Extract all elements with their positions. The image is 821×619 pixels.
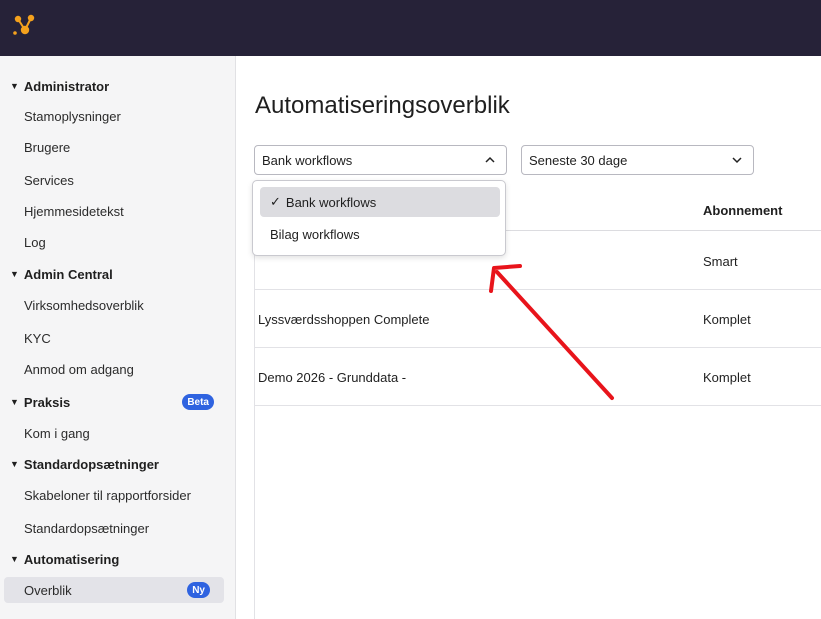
chevron-down-icon bbox=[732, 157, 742, 164]
period-select[interactable]: Seneste 30 dage bbox=[521, 145, 754, 175]
sidebar-item-kyc[interactable]: KYC bbox=[0, 325, 235, 351]
sidebar-item-anmod-om-adgang[interactable]: Anmod om adgang bbox=[0, 356, 235, 382]
row-subscription: Komplet bbox=[703, 312, 751, 327]
page-title: Automatiseringsoverblik bbox=[255, 92, 510, 119]
table-left-border bbox=[254, 231, 255, 619]
caret-down-icon: ▼ bbox=[10, 397, 19, 407]
brand-logo-icon[interactable] bbox=[10, 12, 38, 42]
caret-down-icon: ▼ bbox=[10, 269, 19, 279]
main-content: Automatiseringsoverblik Bank workflows S… bbox=[237, 56, 821, 619]
sidebar-item-log[interactable]: Log bbox=[0, 229, 235, 255]
workflow-select-value: Bank workflows bbox=[262, 152, 353, 168]
dropdown-option-bilag-workflows[interactable]: Bilag workflows bbox=[260, 219, 500, 249]
sidebar-section-admin-central[interactable]: ▼ Admin Central bbox=[0, 261, 235, 287]
period-select-value: Seneste 30 dage bbox=[529, 152, 628, 168]
sidebar-item-kom-i-gang[interactable]: Kom i gang bbox=[0, 420, 235, 446]
dropdown-option-bank-workflows[interactable]: ✓ Bank workflows bbox=[260, 187, 500, 217]
sidebar-item-stamoplysninger[interactable]: Stamoplysninger bbox=[0, 103, 235, 129]
new-badge: Ny bbox=[187, 582, 210, 598]
sidebar-section-standardopsaetninger[interactable]: ▼ Standardopsætninger bbox=[0, 451, 235, 477]
table-row[interactable]: Demo 2026 - Grunddata - Komplet bbox=[254, 348, 821, 406]
sidebar-item-virksomhedsoverblik[interactable]: Virksomhedsoverblik bbox=[0, 292, 235, 318]
caret-down-icon: ▼ bbox=[10, 81, 19, 91]
row-subscription: Smart bbox=[703, 254, 738, 269]
sidebar-item-skabeloner[interactable]: Skabeloner til rapportforsider bbox=[0, 482, 235, 508]
row-name: Lyssværdsshoppen Complete bbox=[258, 312, 430, 327]
sidebar-item-brugere[interactable]: Brugere bbox=[0, 134, 235, 160]
column-header-subscription[interactable]: Abonnement bbox=[703, 203, 782, 218]
workflow-dropdown-menu: ✓ Bank workflows Bilag workflows bbox=[252, 180, 506, 256]
caret-down-icon: ▼ bbox=[10, 554, 19, 564]
sidebar-item-standardopsaetninger[interactable]: Standardopsætninger bbox=[0, 515, 235, 541]
table-row[interactable]: Lyssværdsshoppen Complete Komplet bbox=[254, 290, 821, 348]
caret-down-icon: ▼ bbox=[10, 459, 19, 469]
top-bar bbox=[0, 0, 821, 56]
sidebar-item-overblik[interactable]: Overblik Ny bbox=[4, 577, 224, 603]
beta-badge: Beta bbox=[182, 394, 214, 410]
row-name: Demo 2026 - Grunddata - bbox=[258, 370, 407, 385]
sidebar: ▼ Administrator Stamoplysninger Brugere S… bbox=[0, 56, 236, 619]
workflow-select[interactable]: Bank workflows bbox=[254, 145, 507, 175]
sidebar-item-services[interactable]: Services bbox=[0, 167, 235, 193]
sidebar-section-administrator[interactable]: ▼ Administrator bbox=[0, 73, 235, 99]
sidebar-item-hjemmesidetekst[interactable]: Hjemmesidetekst bbox=[0, 198, 235, 224]
row-subscription: Komplet bbox=[703, 370, 751, 385]
chevron-up-icon bbox=[485, 156, 495, 163]
sidebar-section-automatisering[interactable]: ▼ Automatisering bbox=[0, 546, 235, 572]
sidebar-section-praksis[interactable]: ▼ Praksis Beta bbox=[0, 389, 235, 415]
check-icon: ✓ bbox=[270, 194, 281, 209]
